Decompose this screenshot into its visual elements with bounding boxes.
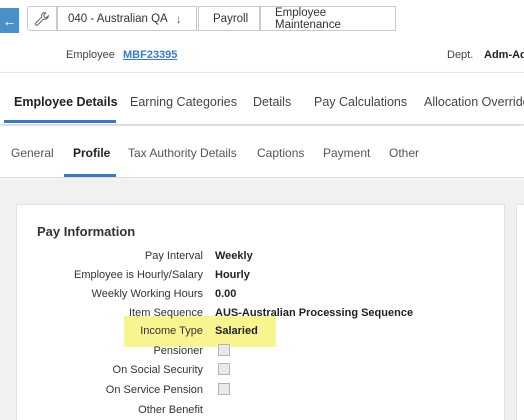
service-pension-checkbox[interactable]	[218, 383, 230, 395]
back-button[interactable]: ←	[0, 8, 19, 33]
subtab-captions[interactable]: Captions	[257, 146, 304, 160]
income-type-label: Income Type	[140, 325, 203, 337]
subtab-tax-authority-details[interactable]: Tax Authority Details	[128, 146, 237, 160]
sub-tabs: General Profile Tax Authority Details Ca…	[0, 126, 524, 178]
breadcrumb-company[interactable]: 040 - Australian QA ↓	[57, 6, 197, 31]
breadcrumb-employee-maintenance[interactable]: Employee Maintenance	[260, 6, 396, 31]
employee-label: Employee	[66, 49, 115, 61]
top-bar: ← 040 - Australian QA ↓ Payroll Employee…	[0, 0, 524, 40]
tab-allocation-overrides[interactable]: Allocation Overrides	[424, 95, 524, 109]
section-title: Pay Information	[37, 224, 136, 239]
social-security-checkbox[interactable]	[218, 363, 230, 375]
hourly-salary-value: Hourly	[215, 269, 250, 281]
breadcrumb-company-label: 040 - Australian QA	[68, 12, 168, 25]
weekly-hours-label: Weekly Working Hours	[91, 288, 203, 300]
dept-value: Adm-Adm	[484, 49, 524, 61]
subtab-profile[interactable]: Profile	[73, 146, 110, 160]
breadcrumb-payroll-label: Payroll	[213, 12, 249, 25]
employee-header: Employee MBF23395 Dept. Adm-Adm	[0, 40, 524, 72]
tab-details[interactable]: Details	[253, 95, 291, 109]
subtab-general[interactable]: General	[11, 146, 54, 160]
dept-label: Dept.	[447, 49, 474, 61]
social-security-label: On Social Security	[112, 364, 203, 376]
breadcrumb-employee-maintenance-label: Employee Maintenance	[275, 6, 341, 31]
active-tab-indicator	[4, 120, 116, 123]
subtab-payment[interactable]: Payment	[323, 146, 370, 160]
tab-earning-categories[interactable]: Earning Categories	[130, 95, 237, 109]
tools-button[interactable]	[27, 6, 57, 31]
tab-pay-calculations[interactable]: Pay Calculations	[314, 95, 407, 109]
hourly-salary-label: Employee is Hourly/Salary	[74, 269, 203, 281]
active-subtab-indicator	[64, 174, 116, 177]
pensioner-label: Pensioner	[153, 345, 203, 357]
tab-employee-details[interactable]: Employee Details	[14, 95, 118, 109]
pay-interval-value: Weekly	[215, 250, 253, 262]
subtab-other[interactable]: Other	[389, 146, 419, 160]
employee-id-link[interactable]: MBF23395	[123, 49, 177, 61]
arrow-left-icon: ←	[2, 12, 17, 29]
main-tabs: Employee Details Earning Categories Deta…	[0, 72, 524, 124]
service-pension-label: On Service Pension	[105, 384, 203, 396]
pay-interval-label: Pay Interval	[144, 250, 203, 262]
other-benefit-label: Other Benefit	[138, 404, 203, 416]
side-panel	[516, 204, 524, 420]
pensioner-checkbox[interactable]	[218, 344, 230, 356]
weekly-hours-value: 0.00	[215, 288, 237, 300]
arrow-down-icon[interactable]: ↓	[176, 12, 182, 26]
wrench-icon	[34, 11, 49, 26]
item-sequence-value: AUS-Australian Processing Sequence	[215, 307, 414, 319]
income-type-value: Salaried	[215, 325, 258, 337]
breadcrumb-payroll[interactable]: Payroll	[198, 6, 260, 31]
item-sequence-label: Item Sequence	[129, 307, 203, 319]
